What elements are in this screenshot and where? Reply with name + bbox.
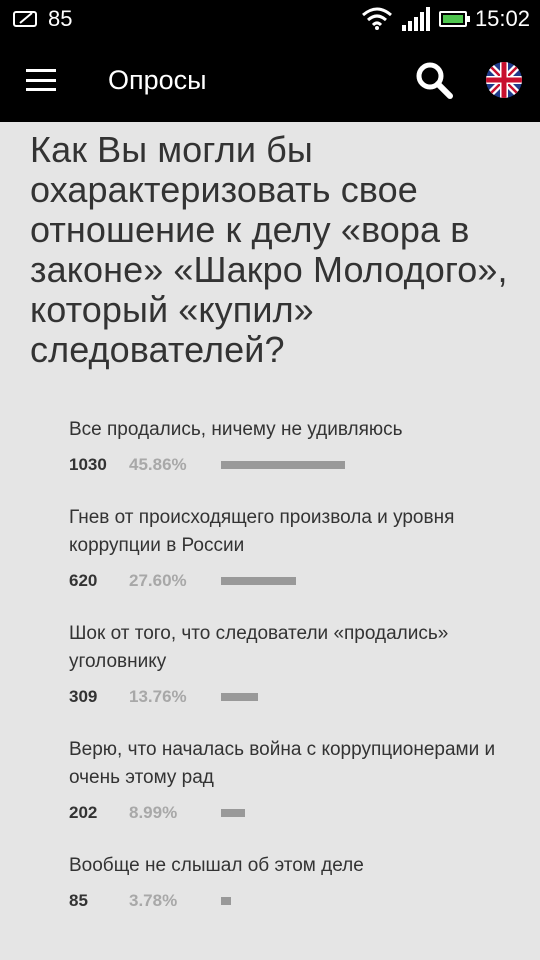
answer-bar: [221, 577, 296, 585]
answer-text: Верю, что началась война с коррупционера…: [69, 739, 496, 788]
poll-answer: Все продались, ничему не удивляюсь 1030 …: [69, 416, 510, 476]
answer-stats: 620 27.60%: [69, 570, 510, 592]
answer-percent: 27.60%: [129, 571, 187, 590]
answer-bar: [221, 693, 258, 701]
answer-stats: 309 13.76%: [69, 686, 510, 708]
battery-icon: [438, 11, 470, 27]
status-left: 85: [0, 6, 72, 32]
answer-bar: [221, 461, 345, 469]
answer-stats: 85 3.78%: [69, 890, 510, 912]
answer-bar: [221, 809, 245, 817]
signal-icon: [401, 7, 430, 31]
answer-text: Шок от того, что следователи «продались»…: [69, 623, 449, 672]
answer-percent: 13.76%: [129, 687, 187, 706]
answer-count: 1030: [69, 455, 107, 474]
answer-percent: 45.86%: [129, 455, 187, 474]
poll-question: Как Вы могли бы охарактеризовать свое от…: [30, 129, 508, 370]
answer-text: Гнев от происходящего произвола и уровня…: [69, 507, 455, 556]
poll-answer: Вообще не слышал об этом деле 85 3.78%: [69, 852, 510, 912]
app-bar: Опросы: [0, 38, 540, 122]
status-bar: 85 15:02: [0, 0, 540, 38]
answer-percent: 3.78%: [129, 891, 178, 910]
status-right: 15:02: [361, 6, 540, 32]
answer-text: Все продались, ничему не удивляюсь: [69, 419, 403, 440]
answer-percent: 8.99%: [129, 803, 178, 822]
clock: 15:02: [474, 6, 530, 31]
app-title: Опросы: [108, 64, 207, 95]
answer-bar: [221, 897, 231, 905]
poll-answer: Гнев от происходящего произвола и уровня…: [69, 504, 510, 592]
poll-content: Как Вы могли бы охарактеризовать свое от…: [0, 122, 540, 940]
answer-count: 202: [69, 803, 98, 822]
search-icon[interactable]: [414, 60, 454, 100]
answer-count: 620: [69, 571, 98, 590]
uk-flag-icon[interactable]: [486, 62, 522, 98]
answer-stats: 202 8.99%: [69, 802, 510, 824]
wifi-icon: [361, 7, 392, 30]
poll-answer: Шок от того, что следователи «продались»…: [69, 620, 510, 708]
poll-answers: Все продались, ничему не удивляюсь 1030 …: [0, 416, 540, 912]
notification-icon: [13, 11, 37, 27]
answer-stats: 1030 45.86%: [69, 454, 510, 476]
menu-icon[interactable]: [26, 69, 56, 91]
notification-count: 85: [48, 6, 73, 31]
answer-count: 85: [69, 891, 88, 910]
answer-count: 309: [69, 687, 98, 706]
poll-answer: Верю, что началась война с коррупционера…: [69, 736, 510, 824]
answer-text: Вообще не слышал об этом деле: [69, 855, 364, 876]
